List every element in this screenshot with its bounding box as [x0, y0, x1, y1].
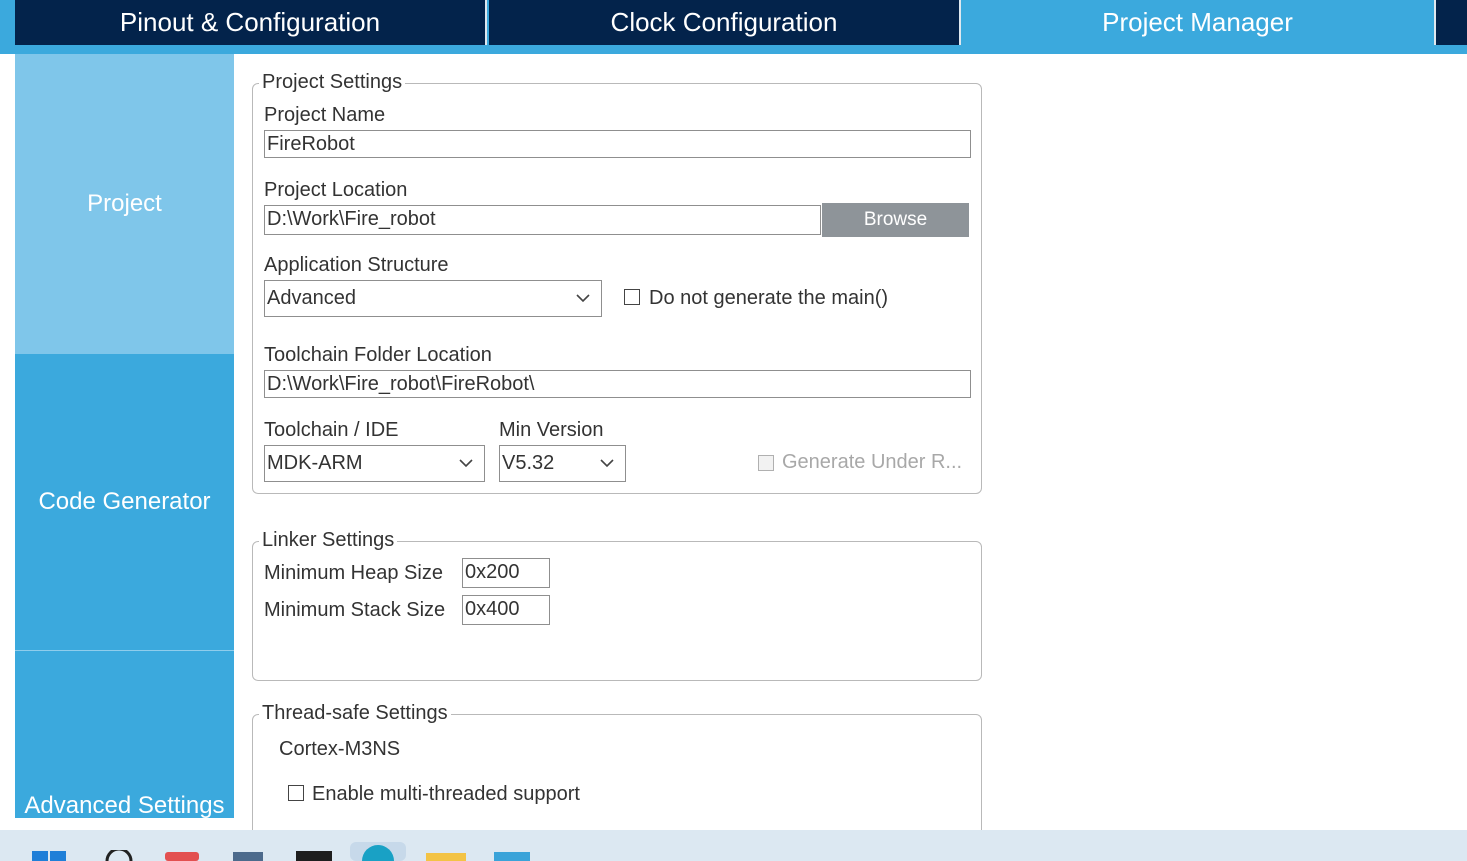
chevron-down-icon — [576, 294, 590, 303]
linker-settings-group: Linker Settings Minimum Heap Size 0x200 … — [252, 529, 982, 681]
tab-clock-label: Clock Configuration — [610, 7, 838, 37]
search-icon[interactable] — [104, 850, 134, 861]
tab-pinout-label: Pinout & Configuration — [119, 7, 381, 37]
browse-button[interactable]: Browse — [822, 203, 969, 237]
min-version-select[interactable]: V5.32 — [499, 445, 626, 482]
project-settings-group: Project Settings Project Name FireRobot … — [252, 71, 982, 494]
enable-multithreaded-checkbox[interactable] — [288, 785, 304, 801]
main-tabs: Pinout & Configuration Clock Configurati… — [15, 0, 1467, 45]
browse-button-label: Browse — [863, 209, 928, 230]
toolchain-folder-input[interactable]: D:\Work\Fire_robot\FireRobot\ — [264, 370, 971, 398]
generate-under-root-label: Generate Under R... — [782, 451, 963, 473]
top-navigation-bar: Pinout & Configuration Clock Configurati… — [0, 0, 1467, 54]
do-not-generate-main-checkbox[interactable] — [624, 289, 640, 305]
min-version-label: Min Version — [499, 419, 604, 441]
application-structure-label: Application Structure — [264, 254, 449, 276]
minimum-heap-size-input[interactable]: 0x200 — [462, 558, 550, 588]
sidebar-item-project-label: Project — [87, 190, 162, 217]
sidebar-item-advanced-settings-label: Advanced Settings — [24, 792, 225, 819]
enable-multithreaded-label: Enable multi-threaded support — [312, 783, 580, 805]
tab-pinout-configuration[interactable]: Pinout & Configuration — [15, 0, 487, 45]
cortex-core-label: Cortex-M3NS — [279, 738, 401, 760]
app-icon[interactable] — [494, 850, 530, 861]
toolchain-ide-select[interactable]: MDK-ARM — [264, 445, 485, 482]
file-explorer-icon[interactable] — [426, 850, 466, 861]
monitor-app-icon[interactable] — [233, 850, 263, 861]
project-location-input[interactable]: D:\Work\Fire_robot — [264, 205, 821, 235]
project-name-label: Project Name — [264, 104, 386, 126]
application-structure-value: Advanced — [267, 287, 356, 309]
tab-overflow[interactable] — [1434, 0, 1467, 45]
windows-start-icon[interactable] — [32, 850, 66, 861]
linker-settings-legend: Linker Settings — [259, 529, 398, 552]
generate-under-root-checkbox[interactable] — [758, 455, 774, 471]
sidebar-item-advanced-settings[interactable]: Advanced Settings — [15, 651, 234, 819]
minimum-stack-size-label: Minimum Stack Size — [264, 599, 446, 621]
sidebar-item-code-generator-label: Code Generator — [38, 488, 211, 515]
stm32cubemx-taskbar-icon[interactable] — [350, 842, 406, 861]
app-icon[interactable] — [165, 850, 199, 861]
chevron-down-icon — [600, 459, 614, 468]
thread-safe-settings-legend: Thread-safe Settings — [259, 702, 451, 725]
terminal-app-icon[interactable] — [296, 850, 332, 861]
project-name-input[interactable]: FireRobot — [264, 130, 971, 158]
minimum-heap-size-label: Minimum Heap Size — [264, 562, 443, 584]
project-location-label: Project Location — [264, 179, 408, 201]
toolchain-ide-label: Toolchain / IDE — [264, 419, 399, 441]
project-manager-sidebar: Project Code Generator Advanced Settings — [15, 54, 234, 819]
sidebar-item-code-generator[interactable]: Code Generator — [15, 354, 234, 651]
sidebar-item-project[interactable]: Project — [15, 54, 234, 354]
toolchain-folder-label: Toolchain Folder Location — [264, 344, 492, 366]
do-not-generate-main-label: Do not generate the main() — [649, 287, 889, 309]
tab-project-manager[interactable]: Project Manager — [961, 0, 1434, 45]
minimum-stack-size-input[interactable]: 0x400 — [462, 595, 550, 625]
project-settings-legend: Project Settings — [259, 71, 406, 94]
min-version-value: V5.32 — [502, 452, 555, 474]
chevron-down-icon — [459, 459, 473, 468]
application-structure-select[interactable]: Advanced — [264, 280, 602, 317]
windows-taskbar — [0, 830, 1467, 861]
tab-project-manager-label: Project Manager — [1102, 7, 1293, 37]
toolchain-ide-value: MDK-ARM — [267, 452, 363, 474]
tab-clock-configuration[interactable]: Clock Configuration — [489, 0, 961, 45]
